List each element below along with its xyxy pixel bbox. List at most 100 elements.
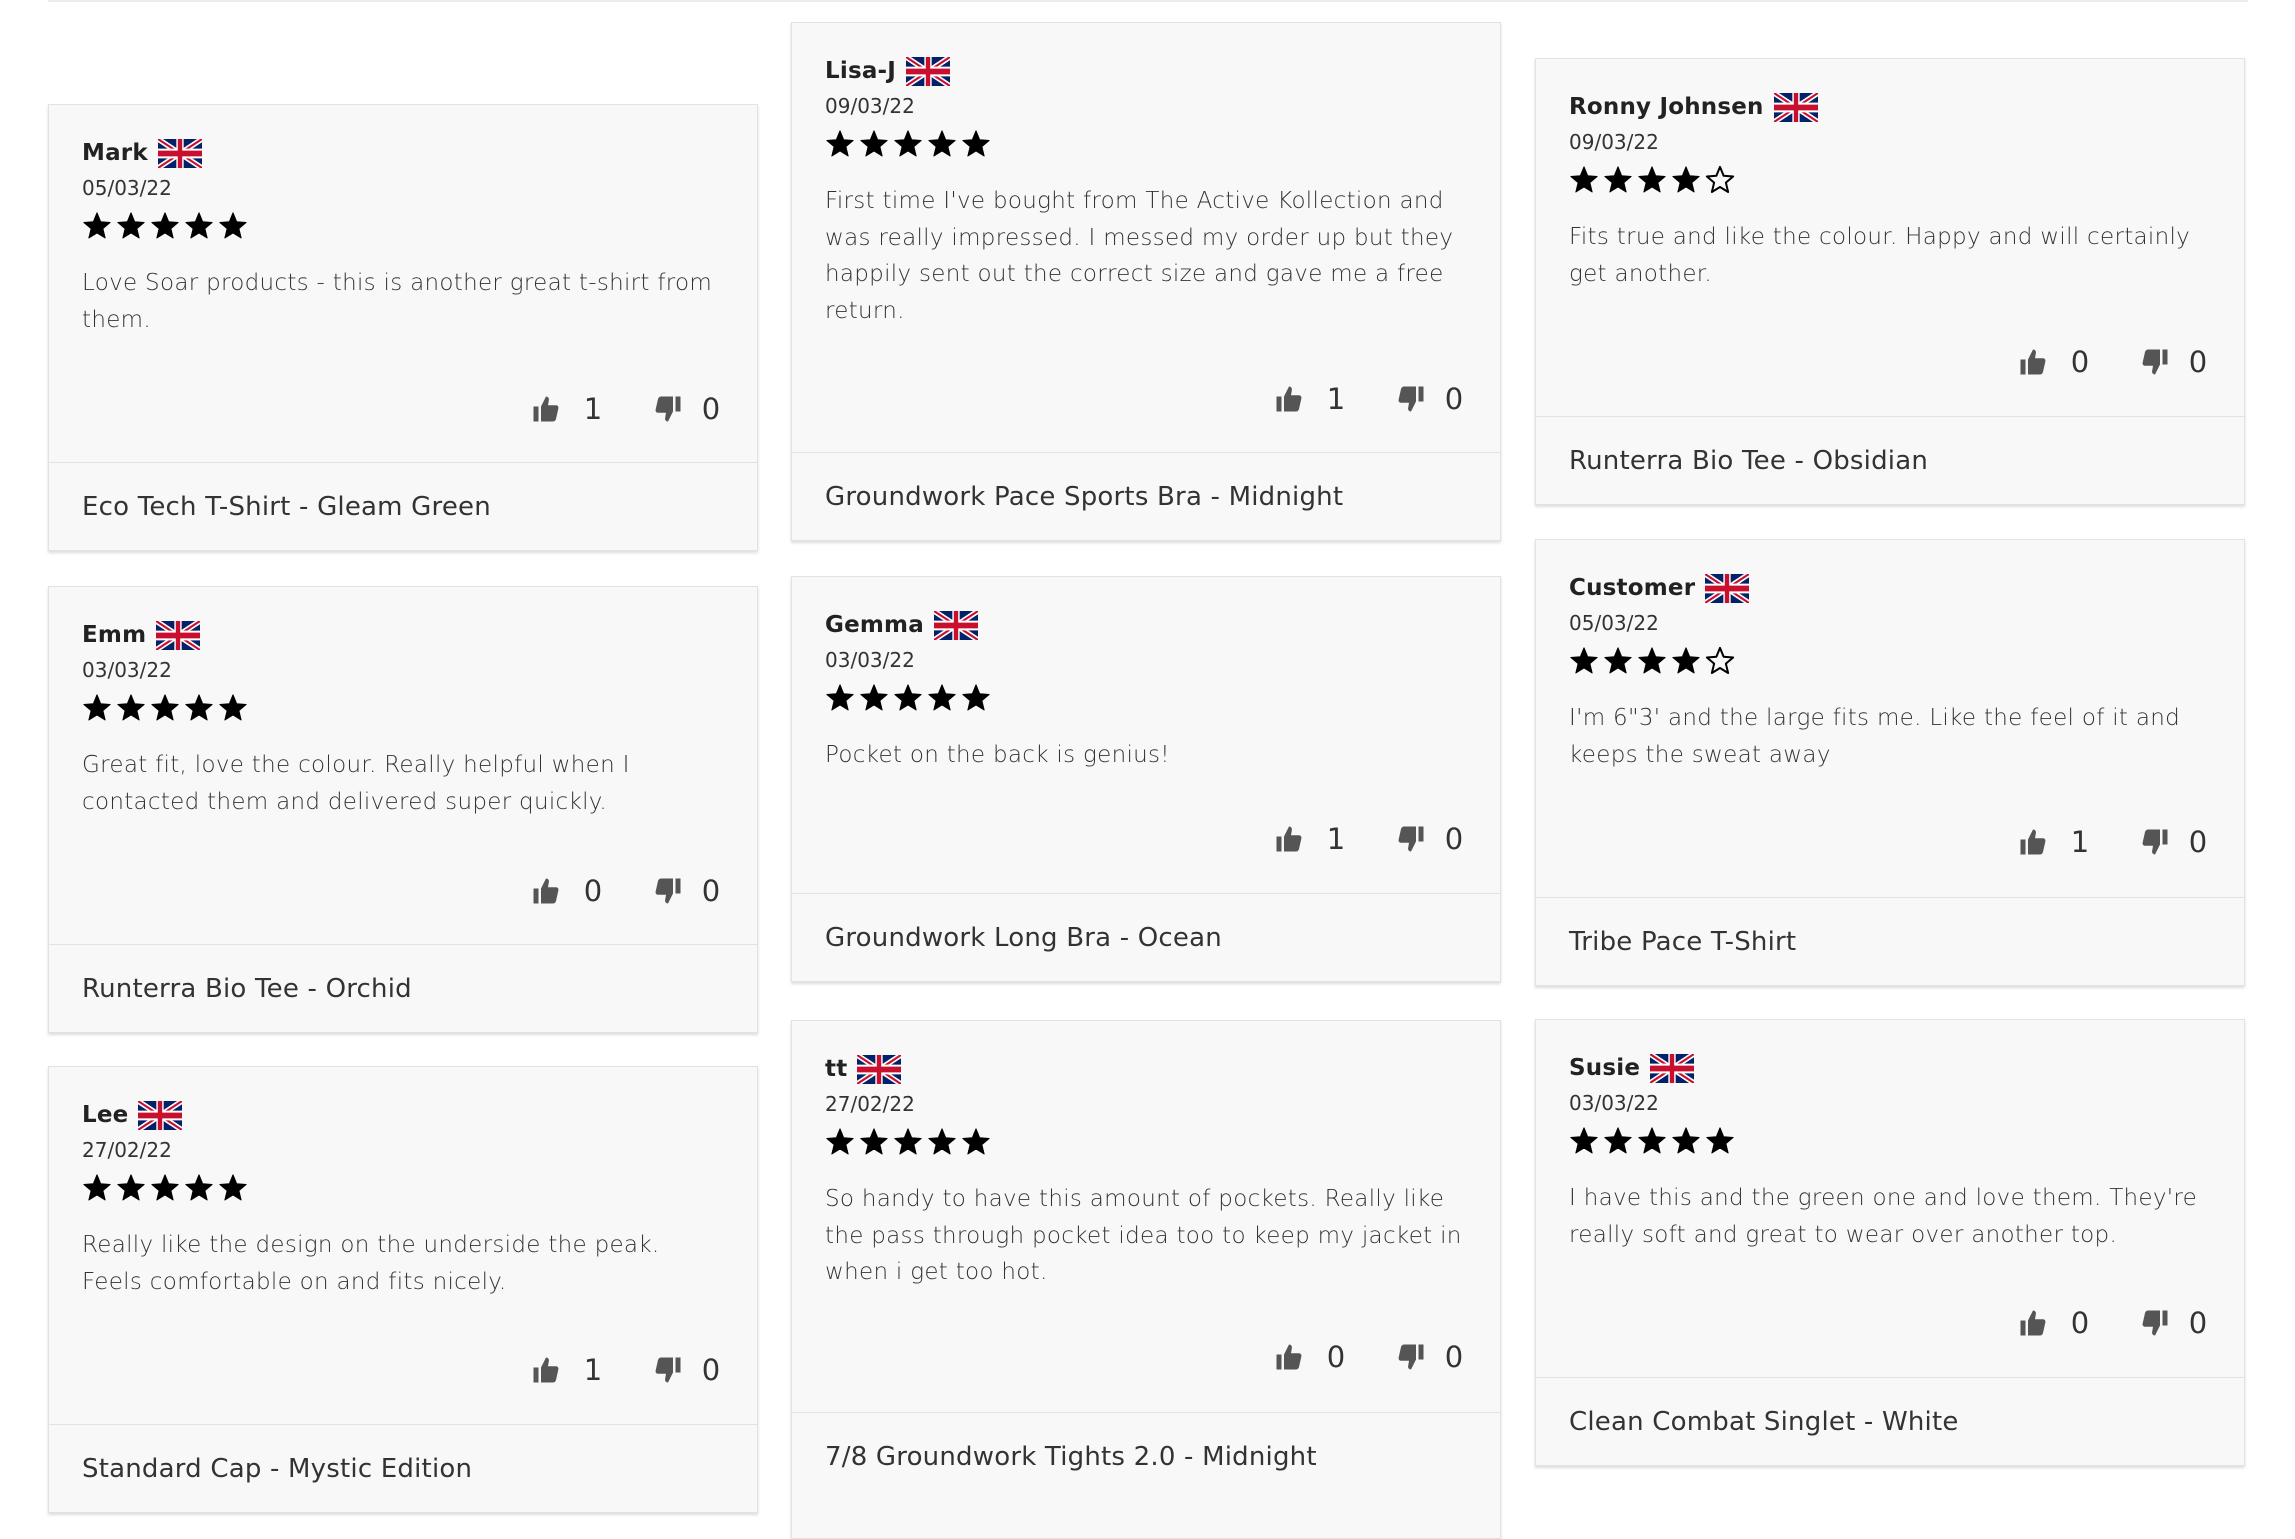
- star-filled-icon: [1604, 1127, 1632, 1154]
- star-filled-icon: [928, 1128, 956, 1155]
- star-filled-icon: [1672, 1127, 1700, 1154]
- product-name: 7/8 Groundwork Tights 2.0 - Midnight: [825, 1441, 1317, 1472]
- star-filled-icon: [860, 1128, 888, 1155]
- product-link[interactable]: Tribe Pace T-Shirt: [1536, 897, 2244, 985]
- thumbs-up-icon[interactable]: [1274, 824, 1304, 854]
- reviewer-name: Mark: [82, 140, 148, 166]
- review-card: Gemma 03/03/22 Pocket on the back is gen…: [791, 576, 1501, 982]
- thumbs-up-icon[interactable]: [531, 876, 561, 906]
- thumbs-down-icon[interactable]: [653, 876, 683, 906]
- review-text: I'm 6"3' and the large fits me. Like the…: [1569, 705, 2181, 768]
- star-rating: [825, 1123, 1467, 1161]
- star-rating: [825, 125, 1467, 163]
- star-rating: [1569, 161, 2211, 199]
- star-filled-icon: [1672, 647, 1700, 674]
- review-card: Mark 05/03/22 Love Soar products - this …: [48, 104, 758, 551]
- helpful-up-count: 1: [583, 392, 603, 426]
- helpful-up-count: 1: [583, 1353, 603, 1387]
- product-name: Clean Combat Singlet - White: [1569, 1406, 1959, 1437]
- thumbs-down-icon[interactable]: [1396, 824, 1426, 854]
- thumbs-down-icon[interactable]: [653, 394, 683, 424]
- star-filled-icon: [219, 1174, 247, 1201]
- star-filled-icon: [894, 1128, 922, 1155]
- review-date: 03/03/22: [1569, 1091, 1659, 1115]
- product-name: Eco Tech T-Shirt - Gleam Green: [82, 491, 491, 522]
- thumbs-down-icon[interactable]: [2140, 347, 2170, 377]
- thumbs-up-icon[interactable]: [1274, 1342, 1304, 1372]
- product-link[interactable]: Groundwork Long Bra - Ocean: [792, 893, 1500, 981]
- reviewer-name: Ronny Johnsen: [1569, 94, 1764, 120]
- uk-flag-icon: [1650, 1053, 1695, 1083]
- thumbs-up-icon[interactable]: [1274, 384, 1304, 414]
- review-text: First time I've bought from The Active K…: [825, 188, 1454, 324]
- product-link[interactable]: Runterra Bio Tee - Orchid: [49, 944, 757, 1032]
- star-rating: [825, 679, 1467, 717]
- star-filled-icon: [826, 684, 854, 711]
- star-filled-icon: [1672, 166, 1700, 193]
- product-link[interactable]: Clean Combat Singlet - White: [1536, 1377, 2244, 1465]
- product-link[interactable]: 7/8 Groundwork Tights 2.0 - Midnight: [792, 1412, 1500, 1500]
- star-filled-icon: [185, 694, 213, 721]
- star-rating: [82, 1169, 724, 1207]
- star-filled-icon: [928, 130, 956, 157]
- helpful-up-count: 0: [2070, 1306, 2090, 1340]
- product-link[interactable]: Standard Cap - Mystic Edition: [49, 1424, 757, 1512]
- helpful-down-count: 0: [701, 874, 721, 908]
- reviewer-name: Customer: [1569, 575, 1696, 601]
- thumbs-down-icon[interactable]: [2140, 827, 2170, 857]
- helpful-up-count: 1: [1326, 382, 1346, 416]
- thumbs-up-icon[interactable]: [531, 1355, 561, 1385]
- review-date: 05/03/22: [1569, 611, 1659, 635]
- thumbs-down-icon[interactable]: [1396, 384, 1426, 414]
- uk-flag-icon: [906, 56, 951, 86]
- top-divider: [48, 0, 2248, 2]
- review-date: 09/03/22: [1569, 130, 1659, 154]
- star-filled-icon: [962, 684, 990, 711]
- thumbs-up-icon[interactable]: [531, 394, 561, 424]
- product-link[interactable]: Eco Tech T-Shirt - Gleam Green: [49, 462, 757, 550]
- product-name: Tribe Pace T-Shirt: [1569, 926, 1797, 957]
- reviewer-name: tt: [825, 1056, 848, 1082]
- star-filled-icon: [117, 212, 145, 239]
- star-filled-icon: [1706, 1127, 1734, 1154]
- star-filled-icon: [962, 130, 990, 157]
- star-filled-icon: [860, 130, 888, 157]
- thumbs-up-icon[interactable]: [2018, 1308, 2048, 1338]
- thumbs-down-icon[interactable]: [653, 1355, 683, 1385]
- thumbs-up-icon[interactable]: [2018, 347, 2048, 377]
- helpful-up-count: 0: [2070, 345, 2090, 379]
- review-text: I have this and the green one and love t…: [1569, 1185, 2198, 1248]
- star-filled-icon: [894, 684, 922, 711]
- uk-flag-icon: [157, 138, 202, 168]
- product-link[interactable]: Groundwork Pace Sports Bra - Midnight: [792, 452, 1500, 540]
- review-date: 03/03/22: [825, 648, 915, 672]
- review-card: Emm 03/03/22 Great fit, love the colour.…: [48, 586, 758, 1033]
- review-date: 03/03/22: [82, 658, 172, 682]
- star-filled-icon: [83, 1174, 111, 1201]
- star-filled-icon: [826, 130, 854, 157]
- star-filled-icon: [1570, 1127, 1598, 1154]
- reviewer-name: Lisa-J: [825, 58, 897, 84]
- helpful-down-count: 0: [2188, 345, 2208, 379]
- star-filled-icon: [1604, 647, 1632, 674]
- star-rating: [82, 207, 724, 245]
- product-link[interactable]: Runterra Bio Tee - Obsidian: [1536, 416, 2244, 504]
- star-filled-icon: [826, 1128, 854, 1155]
- star-filled-icon: [1570, 647, 1598, 674]
- star-filled-icon: [219, 212, 247, 239]
- helpful-down-count: 0: [701, 392, 721, 426]
- star-filled-icon: [962, 1128, 990, 1155]
- review-card: Ronny Johnsen 09/03/22 Fits true and lik…: [1535, 58, 2245, 505]
- thumbs-down-icon[interactable]: [1396, 1342, 1426, 1372]
- thumbs-down-icon[interactable]: [2140, 1308, 2170, 1338]
- star-filled-icon: [185, 212, 213, 239]
- star-rating: [1569, 1122, 2211, 1160]
- review-text: Fits true and like the colour. Happy and…: [1569, 224, 2191, 287]
- helpful-down-count: 0: [2188, 825, 2208, 859]
- helpful-down-count: 0: [1444, 382, 1464, 416]
- reviewer-name: Gemma: [825, 612, 924, 638]
- thumbs-up-icon[interactable]: [2018, 827, 2048, 857]
- star-filled-icon: [151, 1174, 179, 1201]
- star-rating: [1569, 642, 2211, 680]
- star-filled-icon: [185, 1174, 213, 1201]
